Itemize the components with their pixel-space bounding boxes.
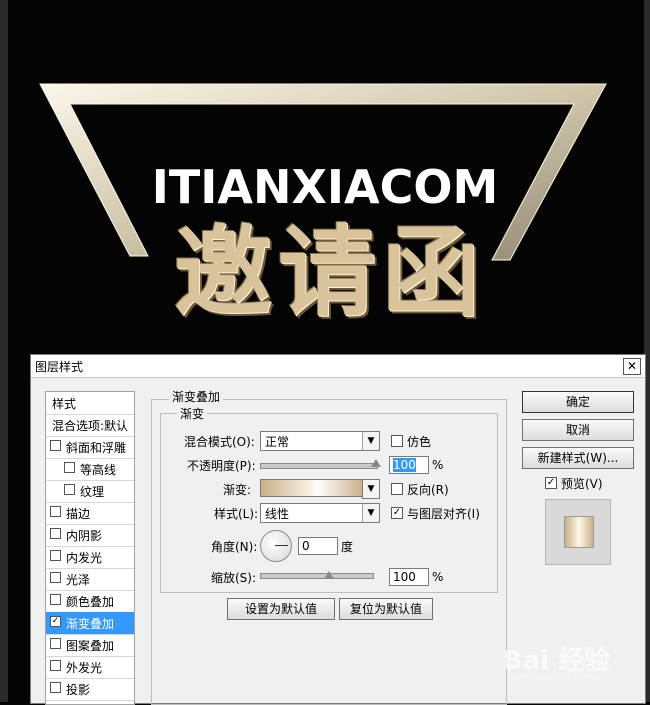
angle-unit: 度 xyxy=(341,540,354,554)
ok-button[interactable]: 确定 xyxy=(522,391,634,413)
align-with-layer-label: 与图层对齐(I) xyxy=(407,507,480,521)
blend-options-item[interactable]: 混合选项:默认 xyxy=(46,414,134,437)
style-item-label: 纹理 xyxy=(80,485,105,499)
align-with-layer-checkbox[interactable]: ✓ xyxy=(391,507,403,519)
cancel-button[interactable]: 取消 xyxy=(522,419,634,441)
style-item-checkbox[interactable] xyxy=(64,484,75,495)
style-item-label: 图案叠加 xyxy=(66,639,115,653)
preview-checkbox[interactable]: ✓ xyxy=(545,477,557,489)
angle-value: 0 xyxy=(302,539,310,553)
scale-label: 缩放(S): xyxy=(211,571,257,585)
reverse-checkbox[interactable] xyxy=(391,483,403,495)
angle-label: 角度(N): xyxy=(211,540,258,554)
style-item-label: 描边 xyxy=(66,507,91,521)
style-item-label: 外发光 xyxy=(66,661,103,675)
dialog-titlebar[interactable]: 图层样式 ✕ xyxy=(31,355,645,378)
opacity-slider[interactable] xyxy=(260,463,378,469)
gradient-group-title: 渐变 xyxy=(177,405,208,422)
style-item-checkbox[interactable] xyxy=(50,660,61,671)
style-label: 样式(L): xyxy=(214,507,259,521)
gradient-overlay-title: 渐变叠加 xyxy=(169,388,224,405)
dialog-title: 图层样式 xyxy=(35,360,84,374)
preview-label: 预览(V) xyxy=(561,477,603,491)
style-item-checkbox[interactable] xyxy=(50,550,61,561)
scale-value: 100 xyxy=(393,570,416,584)
blend-options-label: 混合选项:默认 xyxy=(52,419,129,433)
style-item-checkbox[interactable] xyxy=(50,572,61,583)
scale-input[interactable]: 100 xyxy=(389,568,429,586)
style-item-checkbox[interactable] xyxy=(50,682,61,693)
style-item-label: 内阴影 xyxy=(66,529,103,543)
style-item[interactable]: 光泽 xyxy=(46,568,134,591)
style-item-label: 内发光 xyxy=(66,551,103,565)
baidu-watermark-url: jingyan.baidu.com xyxy=(514,673,598,683)
style-item[interactable]: 投影 xyxy=(46,678,134,701)
style-item[interactable]: ✓ 渐变叠加 xyxy=(46,612,134,635)
gradient-label: 渐变: xyxy=(223,483,252,497)
opacity-percent-sign: % xyxy=(432,458,444,472)
new-style-button[interactable]: 新建样式(W)... xyxy=(522,447,634,469)
style-item-checkbox[interactable] xyxy=(50,528,61,539)
angle-dial[interactable] xyxy=(260,530,292,562)
style-item[interactable]: 描边 xyxy=(46,502,134,525)
style-item-checkbox[interactable] xyxy=(64,462,75,473)
style-item[interactable]: 纹理 xyxy=(46,480,134,503)
reset-default-button[interactable]: 复位为默认值 xyxy=(339,598,433,620)
angle-dial-needle xyxy=(275,545,288,546)
style-item[interactable]: 斜面和浮雕 xyxy=(46,436,134,459)
opacity-label: 不透明度(P): xyxy=(187,459,256,473)
style-item-label: 颜色叠加 xyxy=(66,595,115,609)
style-item-label: 渐变叠加 xyxy=(66,617,115,631)
scale-slider[interactable] xyxy=(260,573,374,579)
headline-chinese: 邀请函 xyxy=(173,216,486,330)
headline-english: ITIANXIACOM xyxy=(151,160,499,214)
blend-mode-value: 正常 xyxy=(265,435,290,449)
styles-list: 样式 混合选项:默认 斜面和浮雕等高线纹理描边内阴影内发光光泽颜色叠加 ✓ 渐变叠加… xyxy=(45,391,135,705)
scale-slider-thumb[interactable] xyxy=(324,571,335,579)
opacity-input[interactable]: 100 xyxy=(389,456,429,474)
styles-list-header[interactable]: 样式 xyxy=(46,392,134,415)
styles-header-label: 样式 xyxy=(52,397,77,411)
style-preview xyxy=(545,499,611,565)
blend-mode-select[interactable]: 正常 ▼ xyxy=(260,431,380,451)
gradient-style-select[interactable]: 线性 ▼ xyxy=(260,503,380,523)
gradient-style-value: 线性 xyxy=(265,507,290,521)
gradient-picker-chevron-icon[interactable]: ▼ xyxy=(362,479,380,499)
style-item[interactable]: 等高线 xyxy=(46,458,134,481)
scale-percent-sign: % xyxy=(432,570,444,584)
angle-input[interactable]: 0 xyxy=(298,537,338,555)
make-default-button[interactable]: 设置为默认值 xyxy=(227,598,335,620)
opacity-slider-thumb[interactable] xyxy=(371,459,381,467)
opacity-value: 100 xyxy=(393,458,416,472)
style-item[interactable]: 颜色叠加 xyxy=(46,590,134,613)
style-item-checkbox[interactable] xyxy=(50,638,61,649)
style-item-label: 投影 xyxy=(66,683,91,697)
chevron-down-icon: ▼ xyxy=(362,504,379,522)
baidu-watermark: Bai 经验 xyxy=(502,646,610,676)
chevron-down-icon: ▼ xyxy=(362,432,379,450)
gradient-swatch[interactable] xyxy=(260,479,364,497)
style-item[interactable]: 内发光 xyxy=(46,546,134,569)
style-item[interactable]: 外发光 xyxy=(46,656,134,679)
style-item[interactable]: 内阴影 xyxy=(46,524,134,547)
style-item-checkbox[interactable] xyxy=(50,440,61,451)
close-icon[interactable]: ✕ xyxy=(623,358,641,375)
style-item-checkbox[interactable] xyxy=(50,594,61,605)
style-item-label: 光泽 xyxy=(66,573,91,587)
preview-swatch xyxy=(564,516,594,548)
style-item-checkbox[interactable] xyxy=(50,506,61,517)
blend-mode-label: 混合模式(O): xyxy=(184,435,255,449)
style-item-label: 等高线 xyxy=(80,463,117,477)
reverse-label: 反向(R) xyxy=(407,483,449,497)
style-item[interactable]: 图案叠加 xyxy=(46,634,134,657)
dither-label: 仿色 xyxy=(407,435,432,449)
dither-checkbox[interactable] xyxy=(391,435,403,447)
style-item-label: 斜面和浮雕 xyxy=(66,441,127,455)
style-item-checkbox[interactable]: ✓ xyxy=(50,616,61,627)
